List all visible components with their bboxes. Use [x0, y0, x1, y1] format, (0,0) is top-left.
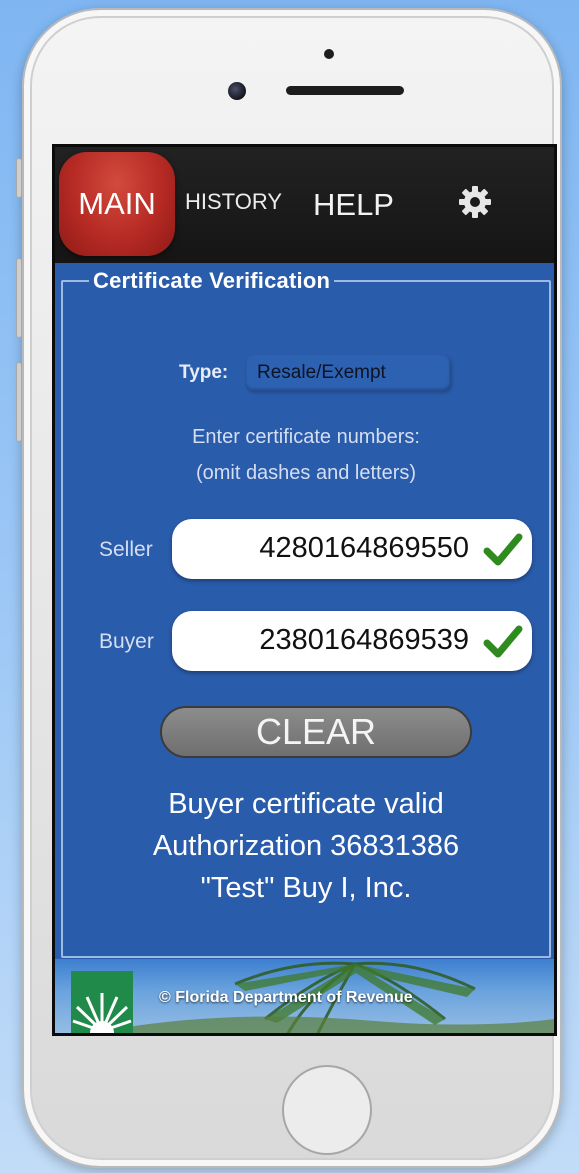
verification-panel: Certificate Verification Type: Resale/Ex…	[55, 263, 554, 1033]
seller-number-value: 4280164869550	[259, 532, 469, 564]
seller-label: Seller	[99, 538, 153, 561]
seller-number-field[interactable]: 4280164869550	[172, 519, 532, 579]
volume-up-button[interactable]	[16, 258, 22, 338]
instruction-line-1: Enter certificate numbers:	[192, 426, 420, 448]
result-business-name: "Test" Buy I, Inc.	[200, 872, 412, 904]
clear-button[interactable]: CLEAR	[160, 706, 472, 758]
instruction-line-2: (omit dashes and letters)	[195, 462, 417, 484]
footer-banner: © Florida Department of Revenue	[55, 959, 554, 1033]
volume-down-button[interactable]	[16, 362, 22, 442]
checkmark-icon	[483, 625, 523, 658]
type-selector[interactable]: Resale/Exempt	[245, 355, 450, 391]
app-screen: MAIN HISTORY HELP Certificate Verificati…	[52, 144, 557, 1036]
earpiece-speaker	[286, 86, 404, 95]
proximity-sensor	[324, 49, 334, 59]
gear-icon[interactable]	[455, 182, 495, 222]
buyer-label: Buyer	[99, 630, 154, 653]
tab-help[interactable]: HELP	[313, 187, 394, 223]
tab-main[interactable]: MAIN	[59, 152, 175, 256]
florida-dor-logo	[71, 971, 133, 1033]
mute-switch[interactable]	[16, 158, 22, 198]
checkmark-icon	[483, 533, 523, 566]
result-status: Buyer certificate valid	[168, 788, 444, 820]
section-title: Certificate Verification	[89, 268, 335, 294]
buyer-number-value: 2380164869539	[259, 624, 469, 656]
result-authorization: Authorization 36831386	[152, 830, 460, 862]
copyright-text: © Florida Department of Revenue	[159, 989, 413, 1006]
certificate-verification-group: Certificate Verification Type: Resale/Ex…	[61, 268, 551, 958]
type-label: Type:	[179, 362, 229, 383]
tab-history[interactable]: HISTORY	[185, 189, 282, 215]
home-button[interactable]	[282, 1065, 372, 1155]
top-nav-bar: MAIN HISTORY HELP	[55, 147, 554, 263]
buyer-number-field[interactable]: 2380164869539	[172, 611, 532, 671]
front-camera	[228, 82, 246, 100]
